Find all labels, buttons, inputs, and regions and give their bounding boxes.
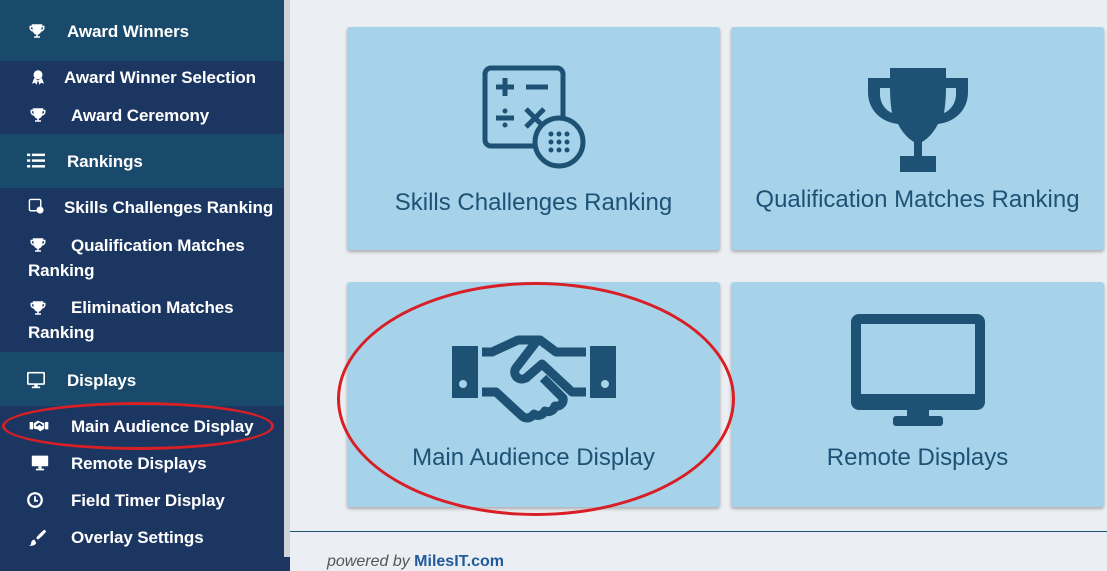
main-content: Skills Challenges Ranking Qualification … <box>290 0 1107 571</box>
sidebar-label: Field Timer Display <box>71 491 225 510</box>
ribbon-medal-icon <box>28 67 48 87</box>
sidebar-item-overlay-settings[interactable]: Overlay Settings <box>0 520 284 557</box>
sidebar-label: Remote Displays <box>71 454 207 473</box>
sidebar-label: Award Winners <box>67 22 189 41</box>
sidebar-item-award-ceremony[interactable]: Award Ceremony <box>0 99 284 134</box>
footer-prefix: powered by <box>327 553 410 570</box>
sidebar-label: Displays <box>67 371 137 390</box>
tile-label: Qualification Matches Ranking <box>755 186 1080 213</box>
monitor-icon <box>851 314 985 426</box>
sidebar-item-remote-displays[interactable]: Remote Displays <box>0 446 284 482</box>
trophy-icon <box>868 68 968 172</box>
handshake-icon <box>452 335 616 423</box>
sidebar-item-elimination-matches-ranking[interactable]: Elimination Matches Ranking <box>0 290 284 352</box>
trophy-icon <box>28 105 48 125</box>
sidebar-label: Award Ceremony <box>71 106 210 125</box>
tile-label: Remote Displays <box>826 444 1009 471</box>
sidebar: Award Winners Award Winner Selection Awa… <box>0 0 284 557</box>
sidebar-label: Rankings <box>67 152 143 171</box>
sidebar-label: Elimination Matches Ranking <box>28 298 234 342</box>
handshake-icon <box>29 416 49 436</box>
sidebar-footer-strip <box>0 557 290 571</box>
tile-label: Skills Challenges Ranking <box>394 189 673 216</box>
sidebar-item-main-audience-display[interactable]: Main Audience Display <box>0 406 284 446</box>
sidebar-section-displays[interactable]: Displays <box>0 352 284 406</box>
tile-qualification-matches-ranking[interactable]: Qualification Matches Ranking <box>731 27 1104 250</box>
tile-label: Main Audience Display <box>412 444 655 471</box>
footer-brand-link[interactable]: MilesIT.com <box>414 553 504 570</box>
list-icon <box>26 151 46 171</box>
paintbrush-icon <box>27 528 47 548</box>
sidebar-label: Main Audience Display <box>71 417 254 436</box>
sidebar-section-award-winners[interactable]: Award Winners <box>0 0 284 61</box>
sidebar-label: Skills Challenges Ranking <box>64 198 274 217</box>
sidebar-label: Qualification Matches Ranking <box>28 236 245 280</box>
footer-divider <box>290 531 1107 532</box>
trophy-icon <box>27 21 47 41</box>
clock-icon <box>25 490 45 510</box>
sidebar-label: Overlay Settings <box>71 528 204 547</box>
monitor-icon <box>26 370 46 390</box>
sidebar-section-rankings[interactable]: Rankings <box>0 134 284 188</box>
sidebar-item-qualification-matches-ranking[interactable]: Qualification Matches Ranking <box>0 226 284 290</box>
calculator-icon <box>482 65 586 169</box>
sidebar-item-field-timer-display[interactable]: Field Timer Display <box>0 482 284 520</box>
calculator-icon <box>26 196 46 216</box>
sidebar-item-award-winner-selection[interactable]: Award Winner Selection <box>0 61 284 99</box>
monitor-icon <box>30 453 50 473</box>
footer: powered by MilesIT.com <box>327 553 504 571</box>
sidebar-label: Award Winner Selection <box>64 68 256 87</box>
tile-remote-displays[interactable]: Remote Displays <box>731 282 1104 507</box>
tile-main-audience-display[interactable]: Main Audience Display <box>347 282 720 507</box>
tile-skills-challenges-ranking[interactable]: Skills Challenges Ranking <box>347 27 720 250</box>
sidebar-item-skills-challenges-ranking[interactable]: Skills Challenges Ranking <box>0 188 284 226</box>
